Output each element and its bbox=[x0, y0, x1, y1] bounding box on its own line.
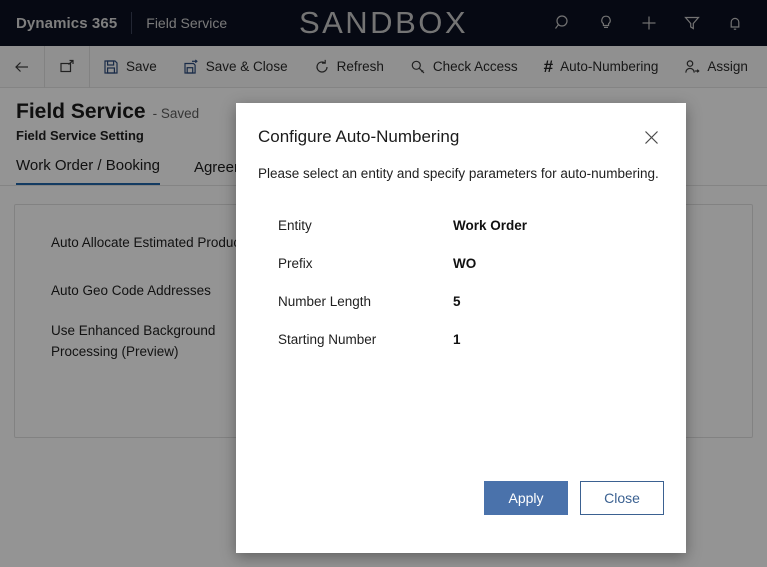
number-length-field-label: Number Length bbox=[278, 293, 372, 309]
prefix-field-label: Prefix bbox=[278, 255, 313, 271]
prefix-field-value[interactable]: WO bbox=[453, 256, 476, 271]
close-button[interactable]: Close bbox=[580, 481, 664, 515]
entity-field-value[interactable]: Work Order bbox=[453, 218, 527, 233]
field-row-starting-number: Starting Number 1 bbox=[278, 320, 664, 358]
dialog-title: Configure Auto-Numbering bbox=[258, 127, 460, 146]
number-length-field-value[interactable]: 5 bbox=[453, 294, 461, 309]
close-icon[interactable] bbox=[638, 124, 664, 150]
dialog-header: Configure Auto-Numbering bbox=[236, 103, 686, 150]
dialog-footer: Apply Close bbox=[236, 481, 686, 553]
field-row-number-length: Number Length 5 bbox=[278, 282, 664, 320]
apply-button[interactable]: Apply bbox=[484, 481, 568, 515]
field-row-prefix: Prefix WO bbox=[278, 244, 664, 282]
dialog-description: Please select an entity and specify para… bbox=[258, 166, 659, 181]
configure-auto-numbering-dialog: Configure Auto-Numbering Please select a… bbox=[236, 103, 686, 553]
entity-field-label: Entity bbox=[278, 217, 312, 233]
starting-number-field-label: Starting Number bbox=[278, 331, 377, 347]
app-root: Dynamics 365 Field Service SANDBOX Save … bbox=[0, 0, 767, 567]
dialog-form: Entity Work Order Prefix WO Number Lengt… bbox=[236, 184, 686, 481]
starting-number-field-value[interactable]: 1 bbox=[453, 332, 461, 347]
field-row-entity: Entity Work Order bbox=[278, 206, 664, 244]
